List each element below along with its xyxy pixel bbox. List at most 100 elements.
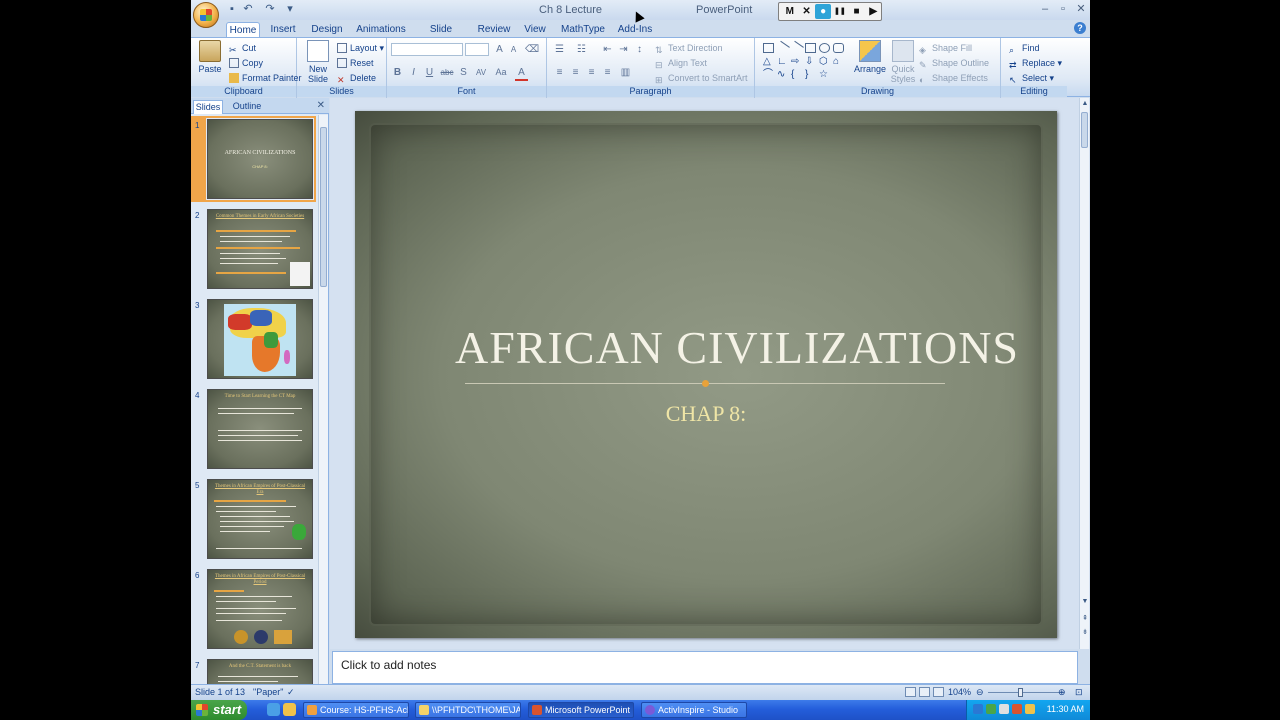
decrease-indent-icon[interactable]: ⇤ [601, 43, 614, 56]
slide-thumbnail[interactable]: AFRICAN CIVILIZATIONS CHAP 8: [204, 116, 316, 202]
select-button[interactable]: ↖ Select ▾ [1009, 72, 1054, 85]
freeform-shape-icon[interactable]: ∿ [777, 70, 788, 80]
close-pane-icon[interactable]: ✕ [317, 100, 325, 111]
tab-home[interactable]: Home [226, 22, 260, 38]
taskbar-item[interactable]: ActivInspire - Studio [641, 702, 747, 718]
grow-font-button[interactable]: A [493, 43, 506, 56]
numbering-icon[interactable]: ☷ [575, 43, 588, 56]
tab-review[interactable]: Review [477, 22, 511, 38]
oval-shape-icon[interactable] [819, 43, 830, 53]
arrow-shape-icon[interactable] [789, 40, 804, 56]
line-shape-icon[interactable] [775, 40, 790, 56]
slide-subtitle[interactable]: CHAP 8: [355, 401, 1057, 427]
zoom-slider-knob[interactable] [1018, 688, 1023, 697]
play-button[interactable]: ▶ [865, 4, 881, 19]
arrange-button[interactable]: Arrange [853, 40, 887, 74]
brace-shape-icon[interactable]: { [791, 70, 802, 80]
network-icon[interactable] [999, 704, 1009, 714]
replace-button[interactable]: ⇄ Replace ▾ [1009, 57, 1062, 70]
spell-check-icon[interactable]: ✓ [287, 687, 295, 698]
strikethrough-button[interactable]: abc [439, 66, 455, 79]
help-icon[interactable]: ? [1074, 22, 1086, 34]
zoom-slider-track[interactable] [988, 692, 1064, 693]
recorder-close-button[interactable]: ✕ [799, 4, 815, 19]
shape-outline-button[interactable]: ✎ Shape Outline [919, 57, 989, 70]
columns-icon[interactable]: ▥ [619, 66, 632, 79]
tab-add-ins[interactable]: Add-Ins [615, 22, 655, 38]
next-slide-icon[interactable]: ⇟ [1080, 628, 1090, 636]
find-button[interactable]: ⌕ Find [1009, 42, 1040, 55]
slide-thumbnail[interactable]: And the C.T. Statement is back [207, 659, 313, 684]
clock[interactable]: 11:30 AM [1047, 704, 1084, 714]
tab-design[interactable]: Design [308, 22, 346, 38]
pause-button[interactable]: ❚❚ [832, 4, 848, 19]
tray-icon[interactable] [973, 704, 983, 714]
underline-button[interactable]: U [423, 66, 436, 79]
office-button[interactable] [193, 2, 219, 28]
cylinder-shape-icon[interactable]: ⌂ [833, 57, 844, 67]
align-text-button[interactable]: ⊟ Align Text [655, 57, 707, 70]
slide-thumbnail[interactable] [207, 299, 313, 379]
record-button[interactable]: ● [815, 4, 832, 19]
shape-fill-button[interactable]: ◈ Shape Fill [919, 42, 972, 55]
layout-button[interactable]: Layout ▾ [337, 42, 384, 54]
slide-thumbnail[interactable]: Common Themes in Early African Societies [207, 209, 313, 289]
slide-scroll-thumb[interactable] [1081, 112, 1088, 148]
prev-slide-icon[interactable]: ⇞ [1080, 614, 1090, 622]
stop-button[interactable]: ■ [849, 4, 865, 19]
cut-button[interactable]: ✂ Cut [229, 42, 256, 55]
right-arrow-shape-icon[interactable]: ⇨ [791, 57, 802, 67]
save-icon[interactable]: ▪ [225, 3, 239, 16]
start-button[interactable]: start [191, 700, 247, 720]
tab-insert[interactable]: Insert [267, 22, 299, 38]
shadow-button[interactable]: S [457, 66, 470, 79]
tab-mathtype[interactable]: MathType [561, 22, 605, 38]
close-brace-shape-icon[interactable]: } [805, 70, 816, 80]
format-painter-button[interactable]: Format Painter [229, 72, 302, 84]
customize-qat-icon[interactable]: ▾ [283, 3, 297, 16]
hexagon-shape-icon[interactable]: ⬡ [819, 57, 830, 67]
recorder-menu-button[interactable]: M [782, 4, 798, 19]
zoom-in-icon[interactable]: ⊕ [1058, 687, 1066, 698]
fit-to-window-icon[interactable]: ⊡ [1075, 687, 1083, 698]
quick-launch-icon[interactable] [267, 703, 280, 716]
scroll-down-icon[interactable]: ▼ [1080, 598, 1090, 605]
paste-button[interactable]: Paste [197, 40, 223, 74]
tab-view[interactable]: View [521, 22, 549, 38]
textbox-shape-icon[interactable] [763, 43, 774, 53]
clear-format-icon[interactable]: ⌫ [525, 43, 539, 56]
align-right-icon[interactable]: ≡ [585, 66, 598, 79]
minimize-icon[interactable]: – [1037, 2, 1053, 16]
slide-title[interactable]: AFRICAN CIVILIZATIONS [355, 321, 1057, 374]
normal-view-icon[interactable] [905, 687, 916, 697]
char-spacing-button[interactable]: AV [473, 66, 489, 79]
pane-scrollbar[interactable] [318, 115, 328, 684]
triangle-shape-icon[interactable]: △ [763, 57, 774, 67]
quick-styles-button[interactable]: Quick Styles [889, 40, 917, 84]
curve-shape-icon[interactable]: ⌒ [763, 70, 774, 80]
tab-slides[interactable]: Slides [193, 100, 223, 114]
zoom-out-icon[interactable]: ⊖ [976, 687, 984, 698]
copy-button[interactable]: Copy [229, 57, 263, 69]
font-name-box[interactable] [391, 43, 463, 56]
current-slide[interactable]: AFRICAN CIVILIZATIONS CHAP 8: [355, 111, 1057, 638]
text-direction-button[interactable]: ⇅ Text Direction [655, 42, 723, 55]
align-center-icon[interactable]: ≡ [569, 66, 582, 79]
convert-smartart-button[interactable]: ⊞ Convert to SmartArt [655, 72, 748, 85]
new-slide-button[interactable]: New Slide [303, 40, 333, 84]
slide-thumbnail[interactable]: Time to Start Learning the CT Map [207, 389, 313, 469]
close-icon[interactable]: ✕ [1073, 2, 1089, 16]
tray-icon[interactable] [986, 704, 996, 714]
redo-icon[interactable]: ↷ [263, 3, 277, 16]
slide-thumbnail[interactable]: Themes in African Empires of Post-Classi… [207, 569, 313, 649]
quick-launch-icon[interactable] [283, 703, 296, 716]
slide-thumbnail[interactable]: Themes in African Empires of Post-Classi… [207, 479, 313, 559]
rounded-rect-shape-icon[interactable] [833, 43, 844, 53]
justify-icon[interactable]: ≡ [601, 66, 614, 79]
line-spacing-icon[interactable]: ↕ [633, 43, 646, 56]
down-arrow-shape-icon[interactable]: ⇩ [805, 57, 816, 67]
shape-effects-button[interactable]: ◐ Shape Effects [919, 72, 988, 85]
pane-scroll-thumb[interactable] [320, 127, 327, 287]
bullets-icon[interactable]: ☰ [553, 43, 566, 56]
slide-show-icon[interactable] [933, 687, 944, 697]
